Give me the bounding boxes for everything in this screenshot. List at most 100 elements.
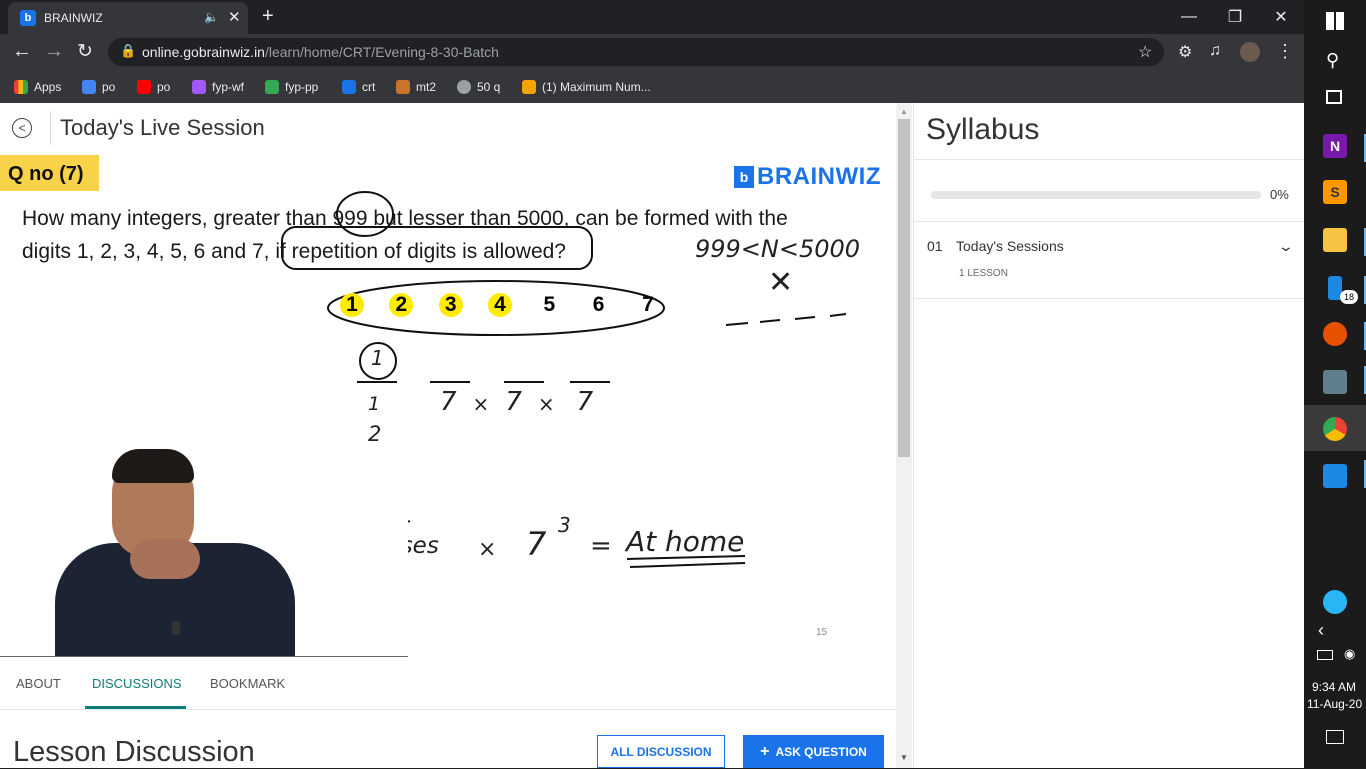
bookmark-50q[interactable]: 50 q: [457, 77, 500, 97]
active-tab-underline: [85, 706, 186, 709]
calculator-icon[interactable]: [1323, 370, 1347, 394]
underline-2: [629, 562, 746, 568]
syllabus-divider-3: [914, 298, 1305, 299]
back-arrow-icon[interactable]: ←: [12, 40, 32, 63]
network-tool-icon[interactable]: [1323, 590, 1347, 614]
tab-discussions[interactable]: DISCUSSIONS: [92, 676, 182, 691]
dash-2: [759, 319, 781, 323]
presenter-hand: [130, 539, 200, 579]
dash-1: [725, 322, 749, 326]
bookmark-apps[interactable]: Apps: [14, 77, 61, 97]
hand-seven-power: 7: [526, 525, 547, 563]
reload-icon[interactable]: ↻: [77, 40, 93, 63]
bookmark-mt2[interactable]: mt2: [396, 77, 436, 97]
forward-arrow-icon[interactable]: →: [44, 40, 64, 63]
bookmark-maximum-num[interactable]: (1) Maximum Num...: [522, 77, 651, 97]
lecture-slide[interactable]: Q no (7) b BRAINWIZ How many integers, g…: [0, 153, 896, 656]
battery-icon[interactable]: [1317, 650, 1333, 660]
digit: 3: [438, 293, 463, 317]
syllabus-title: Syllabus: [926, 113, 1040, 146]
ask-question-label: ASK QUESTION: [775, 745, 867, 759]
hand-seven: 7: [576, 387, 594, 417]
chevron-left-icon[interactable]: ‹: [1318, 620, 1324, 641]
clock-time[interactable]: 9:34 AM: [1312, 680, 1356, 694]
task-view-icon[interactable]: [1326, 90, 1342, 104]
progress-percent: 0%: [1270, 187, 1289, 202]
media-player-icon[interactable]: [1323, 322, 1347, 346]
sublime-text-icon[interactable]: S: [1323, 180, 1347, 204]
digit: 2: [389, 293, 414, 317]
wifi-icon[interactable]: ◉: [1344, 646, 1355, 662]
bookmark-po-1[interactable]: po: [82, 77, 115, 97]
photos-icon[interactable]: [1323, 464, 1347, 488]
hand-cross: ✕: [768, 265, 794, 300]
hand-choice: 1: [368, 393, 381, 415]
minimize-icon[interactable]: —: [1166, 0, 1212, 34]
browser-tab[interactable]: b BRAINWIZ 🔈 ✕: [8, 2, 248, 34]
bookmark-label: fyp-pp: [285, 80, 319, 94]
bookmark-fyp-wf[interactable]: fyp-wf: [192, 77, 244, 97]
all-discussion-label: ALL DISCUSSION: [610, 745, 712, 759]
profile-avatar[interactable]: [1240, 42, 1260, 62]
search-icon[interactable]: ⚲: [1326, 50, 1339, 71]
tab-bookmark[interactable]: BOOKMARK: [210, 676, 285, 691]
all-discussion-button[interactable]: ALL DISCUSSION: [597, 735, 725, 768]
hand-sevens: 7 × 7 × 7: [440, 387, 593, 421]
url-path: /learn/home/CRT/Evening-8-30-Batch: [264, 44, 499, 60]
page-scrollbar[interactable]: ▲ ▼: [896, 103, 912, 768]
windows-start-icon[interactable]: [1326, 12, 1344, 30]
address-bar[interactable]: 🔒 online.gobrainwiz.in/learn/home/CRT/Ev…: [108, 38, 1164, 66]
scrollbar-thumb[interactable]: [898, 119, 910, 457]
digits-row: 1 2 3 4 5 6 7: [340, 293, 660, 317]
close-window-icon[interactable]: ✕: [1258, 0, 1304, 34]
syllabus-section[interactable]: 01 Today's Sessions 1 LESSON ⌄: [914, 222, 1305, 298]
hand-times: ×: [537, 392, 555, 416]
menu-dots-icon[interactable]: ⋮: [1276, 41, 1294, 62]
new-tab-icon[interactable]: +: [262, 5, 274, 28]
action-center-icon[interactable]: [1326, 730, 1344, 744]
ask-question-button[interactable]: + ASK QUESTION: [743, 735, 884, 768]
hand-first-digit: 1: [371, 346, 384, 370]
digit: 1: [340, 293, 364, 317]
digit: 5: [543, 293, 556, 316]
edge-icon: [82, 80, 96, 94]
presenter-mic: [172, 621, 180, 635]
header-divider: [50, 111, 51, 145]
onenote-icon[interactable]: N: [1323, 134, 1347, 158]
slide-page-number: 15: [816, 627, 828, 638]
lock-icon: 🔒: [120, 43, 137, 58]
clock-date[interactable]: 11-Aug-20: [1307, 697, 1362, 711]
extensions-icon[interactable]: ⚙: [1178, 42, 1192, 62]
scroll-up-arrow-icon[interactable]: ▲: [900, 107, 908, 116]
tab-about[interactable]: ABOUT: [16, 676, 61, 691]
bookmark-label: fyp-wf: [212, 80, 245, 94]
bookmark-crt[interactable]: crt: [342, 77, 375, 97]
circle-999: [336, 191, 394, 237]
close-tab-icon[interactable]: ✕: [228, 8, 241, 26]
scroll-down-arrow-icon[interactable]: ▼: [900, 753, 908, 762]
file-explorer-icon[interactable]: [1323, 228, 1347, 252]
chevron-down-icon[interactable]: ⌄: [1278, 238, 1294, 255]
page-title: Today's Live Session: [60, 115, 265, 140]
bookmark-fyp-pp[interactable]: fyp-pp: [265, 77, 318, 97]
apps-grid-icon: [14, 80, 28, 94]
back-circle-icon[interactable]: <: [12, 118, 32, 138]
bookmark-label: 50 q: [477, 80, 501, 94]
hand-exponent: 3: [558, 513, 571, 537]
lesson-tabs: ABOUT DISCUSSIONS BOOKMARK: [0, 656, 896, 710]
dash-4: [829, 313, 847, 317]
bookmark-po-2[interactable]: po: [137, 77, 170, 97]
chrome-icon[interactable]: [1323, 417, 1347, 441]
hand-times: ×: [472, 392, 490, 416]
notification-badge: 18: [1340, 290, 1358, 304]
session-header: < Today's Live Session: [0, 103, 896, 154]
speaker-icon[interactable]: 🔈: [204, 10, 219, 24]
lesson-discussion-title: Lesson Discussion: [13, 736, 255, 768]
star-icon[interactable]: ☆: [1138, 42, 1152, 62]
restore-icon[interactable]: ❐: [1212, 0, 1258, 34]
hand-inequality: 999<N<5000: [695, 235, 861, 263]
media-control-icon[interactable]: ♫: [1209, 42, 1221, 60]
syllabus-panel: Syllabus 0% 01 Today's Sessions 1 LESSON…: [913, 103, 1305, 768]
bookmark-label: Apps: [34, 80, 62, 94]
hand-seven: 7: [505, 387, 522, 417]
